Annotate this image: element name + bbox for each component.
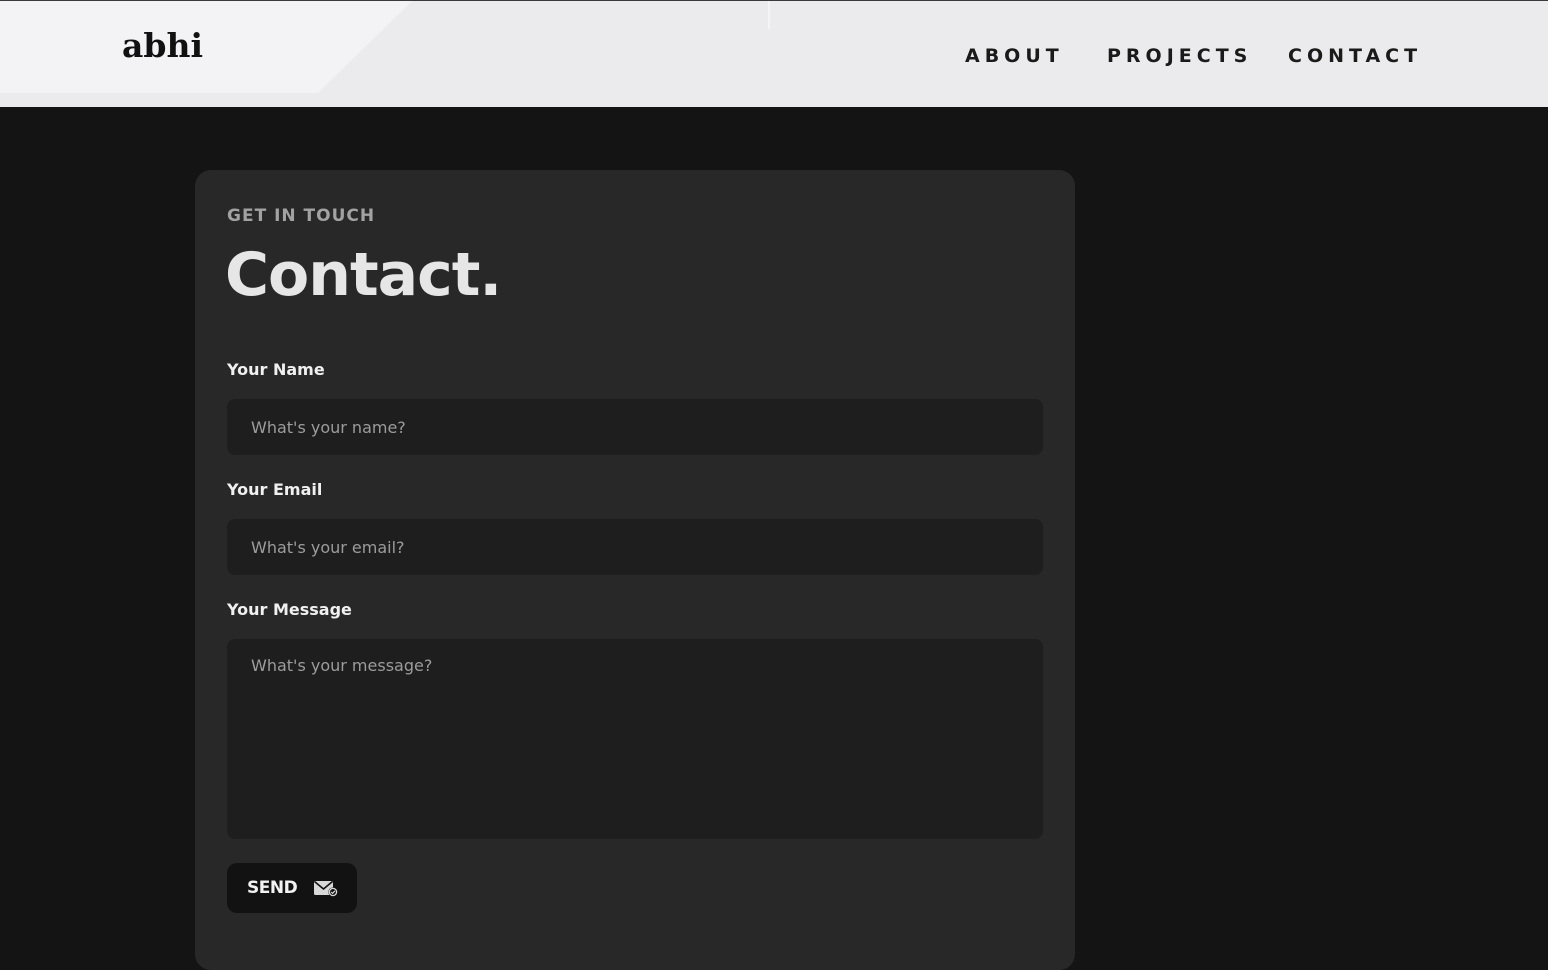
email-input[interactable] bbox=[227, 519, 1043, 575]
send-button-label: SEND bbox=[247, 878, 298, 898]
nav-link-about[interactable]: ABOUT bbox=[965, 45, 1064, 67]
navbar-divider bbox=[768, 1, 770, 29]
section-eyebrow: GET IN TOUCH bbox=[227, 206, 376, 226]
mail-send-icon bbox=[313, 879, 339, 897]
nav-link-projects[interactable]: PROJECTS bbox=[1107, 45, 1252, 67]
contact-card: GET IN TOUCH Contact. Your Name Your Ema… bbox=[195, 170, 1075, 970]
nav-link-contact[interactable]: CONTACT bbox=[1288, 45, 1422, 67]
name-label: Your Name bbox=[227, 360, 325, 379]
name-input[interactable] bbox=[227, 399, 1043, 455]
send-button[interactable]: SEND bbox=[227, 863, 357, 913]
navbar: abhi ABOUT PROJECTS CONTACT bbox=[0, 0, 1548, 107]
page-title: Contact. bbox=[225, 240, 502, 310]
message-label: Your Message bbox=[227, 600, 352, 619]
main-nav: ABOUT PROJECTS CONTACT bbox=[0, 45, 1548, 69]
message-textarea[interactable] bbox=[227, 639, 1043, 839]
email-label: Your Email bbox=[227, 480, 323, 499]
